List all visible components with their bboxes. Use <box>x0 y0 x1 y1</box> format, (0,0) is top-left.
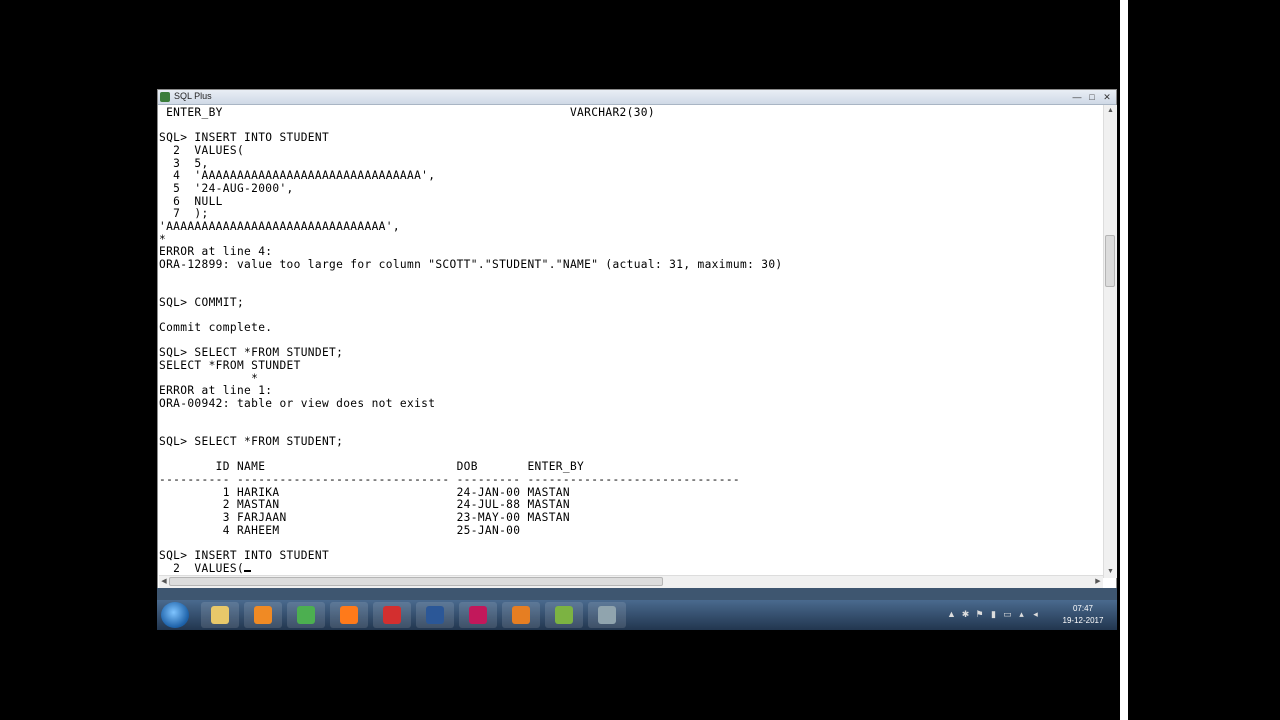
volume-icon[interactable]: ◂ <box>1031 610 1040 619</box>
console-line: SELECT *FROM STUNDET <box>159 359 301 373</box>
firefox-icon <box>340 606 358 624</box>
console-line: 2 VALUES( <box>159 561 245 575</box>
clock[interactable]: 07:47 19-12-2017 <box>1058 603 1108 627</box>
console-line: * <box>159 371 259 385</box>
console-line: 6 NULL <box>159 194 223 208</box>
vertical-scroll-thumb[interactable] <box>1105 235 1115 287</box>
taskbar-file-explorer-button[interactable] <box>201 602 239 628</box>
settings-icon <box>512 606 530 624</box>
console-line: 2 MASTAN 24-JUL-88 MASTAN <box>159 498 570 512</box>
white-border <box>1120 0 1128 720</box>
console-line: SQL> INSERT INTO STUDENT <box>159 548 330 562</box>
file-explorer-icon <box>211 606 229 624</box>
media-player-icon <box>254 606 272 624</box>
horizontal-scrollbar[interactable]: ◀ ▶ <box>159 575 1103 588</box>
scroll-right-icon[interactable]: ▶ <box>1093 576 1103 588</box>
console-line: * <box>159 232 167 246</box>
vertical-scrollbar[interactable]: ▲ ▼ <box>1103 105 1117 578</box>
acrobat-icon <box>383 606 401 624</box>
word-icon <box>426 606 444 624</box>
console-line: SQL> COMMIT; <box>159 295 245 309</box>
console-text: ENTER_BY VARCHAR2(30) SQL> INSERT INTO S… <box>159 106 783 575</box>
taskbar-chrome-button[interactable] <box>287 602 325 628</box>
console-line: SQL> SELECT *FROM STUNDET; <box>159 346 344 360</box>
console-line: 1 HARIKA 24-JAN-00 MASTAN <box>159 485 570 499</box>
horizontal-scroll-thumb[interactable] <box>169 577 663 586</box>
network-tool-icon <box>555 606 573 624</box>
battery-icon[interactable]: ▮ <box>989 610 998 619</box>
console-line: 'AAAAAAAAAAAAAAAAAAAAAAAAAAAAAAA', <box>159 219 400 233</box>
console-line: ORA-00942: table or view does not exist <box>159 397 436 411</box>
minimize-button[interactable]: — <box>1070 91 1084 103</box>
start-button[interactable] <box>161 602 189 628</box>
window-title: SQL Plus <box>174 91 212 101</box>
console-line: 4 'AAAAAAAAAAAAAAAAAAAAAAAAAAAAAAA', <box>159 169 436 183</box>
screen-icon[interactable]: ▭ <box>1003 610 1012 619</box>
system-tray: ▲ ✱ ⚑ ▮ ▭ ▴ ◂ 07:47 19-12-2017 <box>947 600 1117 630</box>
console-line: ---------- -----------------------------… <box>159 473 741 487</box>
taskbar: ▲ ✱ ⚑ ▮ ▭ ▴ ◂ 07:47 19-12-2017 <box>157 600 1117 630</box>
scroll-down-icon[interactable]: ▼ <box>1104 566 1117 578</box>
console-line: ERROR at line 4: <box>159 245 273 259</box>
close-button[interactable]: ✕ <box>1100 91 1114 103</box>
console-output[interactable]: ENTER_BY VARCHAR2(30) SQL> INSERT INTO S… <box>159 105 1103 578</box>
network-icon[interactable]: ▴ <box>1017 610 1026 619</box>
taskbar-media-player-button[interactable] <box>244 602 282 628</box>
flag-icon[interactable]: ⚑ <box>975 610 984 619</box>
taskbar-firefox-button[interactable] <box>330 602 368 628</box>
console-line: 2 VALUES( <box>159 143 245 157</box>
chrome-icon <box>297 606 315 624</box>
console-line: ERROR at line 1: <box>159 384 273 398</box>
taskbar-network-tool-button[interactable] <box>545 602 583 628</box>
sql-plus-icon <box>598 606 616 624</box>
status-bar <box>157 588 1117 600</box>
taskbar-word-button[interactable] <box>416 602 454 628</box>
clock-date: 19-12-2017 <box>1062 616 1104 625</box>
console-line: 3 FARJAAN 23-MAY-00 MASTAN <box>159 511 570 524</box>
text-cursor <box>244 569 252 572</box>
scroll-up-icon[interactable]: ▲ <box>1104 105 1117 117</box>
console-line: ORA-12899: value too large for column "S… <box>159 257 783 271</box>
console-line: 4 RAHEEM 25-JAN-00 <box>159 523 521 537</box>
console-line: 7 ); <box>159 207 209 221</box>
taskbar-acrobat-button[interactable] <box>373 602 411 628</box>
console-line: 3 5, <box>159 156 209 170</box>
sqlplus-window: SQL Plus — □ ✕ ENTER_BY VARCHAR2(30) SQL… <box>157 89 1117 601</box>
taskbar-sql-plus-button[interactable] <box>588 602 626 628</box>
chevron-up-icon[interactable]: ▲ <box>947 610 956 619</box>
scroll-left-icon[interactable]: ◀ <box>159 576 169 588</box>
taskbar-settings-button[interactable] <box>502 602 540 628</box>
clock-time: 07:47 <box>1072 604 1094 613</box>
console-line: SQL> INSERT INTO STUDENT <box>159 131 330 145</box>
console-line: 5 '24-AUG-2000', <box>159 181 294 195</box>
taskbar-database-tool-button[interactable] <box>459 602 497 628</box>
title-bar[interactable]: SQL Plus — □ ✕ <box>158 90 1116 105</box>
tray-app-icon[interactable]: ✱ <box>961 610 970 619</box>
console-line: ID NAME DOB ENTER_BY <box>159 460 585 474</box>
console-line: ENTER_BY VARCHAR2(30) <box>159 106 655 119</box>
console-line: Commit complete. <box>159 321 273 335</box>
maximize-button[interactable]: □ <box>1085 91 1099 103</box>
black-margin <box>1118 0 1280 720</box>
console-line: SQL> SELECT *FROM STUDENT; <box>159 435 344 449</box>
sqlplus-app-icon <box>160 92 170 102</box>
database-tool-icon <box>469 606 487 624</box>
